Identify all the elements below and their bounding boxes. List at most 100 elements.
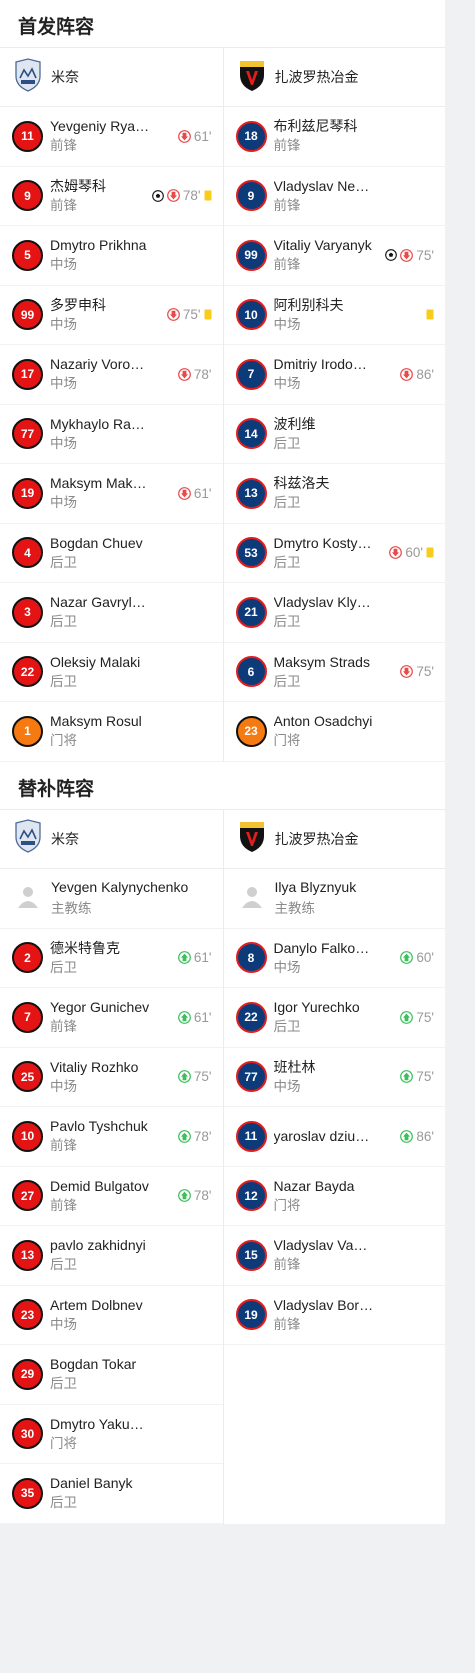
player-row[interactable]: 99 Vitaliy Varyanyk 前锋 75'	[223, 226, 445, 286]
player-row[interactable]: 13 科兹洛夫 后卫	[223, 464, 445, 524]
player-row[interactable]: 15 Vladyslav Vakula 前锋	[223, 1226, 445, 1286]
player-name: Dmytro Kostyshyn	[273, 534, 374, 551]
player-row[interactable]: 4 Bogdan Chuev 后卫	[0, 524, 223, 583]
player-name: yaroslav dziubenko	[273, 1127, 374, 1144]
player-number-badge: 29	[12, 1358, 43, 1390]
coach-role: 主教练	[274, 901, 316, 916]
away-team-header[interactable]: 扎波罗热冶金	[223, 48, 445, 107]
home-coach-row[interactable]: Yevgen Kalynychenko 主教练	[0, 869, 223, 929]
player-number-badge: 21	[235, 596, 267, 628]
player-events: 61'	[178, 988, 212, 1047]
player-row[interactable]: 11 Yevgeniy Ryazantsev 前锋 61'	[0, 107, 223, 167]
player-name: Vladyslav Klymenko	[273, 594, 374, 611]
player-row[interactable]: 13 pavlo zakhidnyi 后卫	[0, 1226, 223, 1286]
player-row[interactable]: 11 yaroslav dziubenko 86'	[223, 1107, 445, 1167]
player-position: 前锋	[50, 197, 77, 213]
event-minute: 86'	[416, 1128, 434, 1144]
player-row[interactable]: 17 Nazariy Vorobyov 中场 78'	[0, 345, 223, 405]
player-events: 78'	[178, 345, 212, 404]
player-row[interactable]: 23 Anton Osadchyi 门将	[223, 702, 445, 762]
player-row[interactable]: 1 Maksym Rosul 门将	[0, 702, 223, 762]
player-row[interactable]: 7 Dmitriy Irodovskiy 中场 86'	[223, 345, 445, 405]
player-row[interactable]: 5 Dmytro Prikhna 中场	[0, 226, 223, 286]
player-position: 门将	[50, 733, 77, 749]
event-minute: 61'	[193, 1009, 212, 1025]
player-row[interactable]: 9 杰姆琴科 前锋 78'	[0, 167, 223, 226]
player-row[interactable]: 25 Vitaliy Rozhko 中场 75'	[0, 1048, 223, 1107]
player-position: 前锋	[50, 1197, 77, 1213]
player-number-badge: 6	[235, 656, 267, 688]
player-row[interactable]: 22 Oleksiy Malaki 后卫	[0, 643, 223, 702]
player-row[interactable]: 21 Vladyslav Klymenko 后卫	[223, 583, 445, 643]
player-row[interactable]: 6 Maksym Strads 后卫 75'	[223, 643, 445, 702]
player-row[interactable]: 3 Nazar Gavrylyuk 后卫	[0, 583, 223, 643]
player-position: 前锋	[50, 138, 77, 154]
event-minute: 78'	[193, 1188, 212, 1204]
sub-in-icon	[400, 1129, 414, 1143]
player-position: 后卫	[50, 1257, 77, 1273]
player-row[interactable]: 77 班杜林 中场 75'	[223, 1048, 445, 1107]
player-row[interactable]: 53 Dmytro Kostyshyn 后卫 60'	[223, 524, 445, 583]
player-row[interactable]: 29 Bogdan Tokar 后卫	[0, 1345, 223, 1405]
sub-out-icon	[400, 665, 414, 679]
player-row[interactable]: 22 Igor Yurechko 后卫 75'	[223, 988, 445, 1048]
player-row[interactable]: 30 Dmytro Yakushenko 门将	[0, 1405, 223, 1464]
player-name: Yegor Gunichev	[50, 999, 150, 1016]
player-row[interactable]: 8 Danylo Falkovskyi 中场 60'	[223, 929, 445, 988]
player-row[interactable]: 2 德米特鲁克 后卫 61'	[0, 929, 223, 988]
player-name: Daniel Banyk	[50, 1475, 133, 1492]
yellow-card-icon	[426, 547, 434, 558]
player-row[interactable]: 10 阿利别科夫 中场	[223, 286, 445, 345]
sub-in-icon	[178, 1189, 191, 1203]
player-number-badge: 77	[235, 1061, 267, 1093]
player-row[interactable]: 77 Mykhaylo Ravlyuk 中场	[0, 405, 223, 464]
player-name: 科兹洛夫	[273, 475, 330, 492]
player-name: Anton Osadchyi	[273, 713, 373, 730]
player-position: 中场	[273, 959, 301, 975]
player-position: 后卫	[273, 1019, 301, 1035]
subs-away-team-header[interactable]: 扎波罗热冶金	[223, 810, 445, 869]
player-name: Nazariy Vorobyov	[50, 356, 150, 373]
player-position: 前锋	[50, 1138, 77, 1154]
player-number-badge: 30	[12, 1418, 43, 1450]
player-row[interactable]: 35 Daniel Banyk 后卫	[0, 1464, 223, 1524]
player-number-badge: 17	[12, 358, 43, 390]
player-row[interactable]: 19 Vladyslav Borodai 前锋	[223, 1286, 445, 1345]
player-row[interactable]: 27 Demid Bulgatov 前锋 78'	[0, 1167, 223, 1226]
player-row[interactable]: 23 Artem Dolbnev 中场	[0, 1286, 223, 1345]
player-name: Bogdan Tokar	[50, 1356, 137, 1373]
player-row[interactable]: 10 Pavlo Tyshchuk 前锋 78'	[0, 1107, 223, 1167]
player-row[interactable]: 14 波利维 后卫	[223, 405, 445, 464]
player-position: 前锋	[273, 1257, 301, 1273]
player-position: 后卫	[50, 959, 77, 975]
starting-away-column: 扎波罗热冶金 18 布利兹尼琴科 前锋 9 Vladyslav Nekhtiy 前锋 99 V…	[222, 48, 445, 762]
player-name: Yevgeniy Ryazantsev	[50, 118, 150, 135]
player-row[interactable]: 7 Yegor Gunichev 前锋 61'	[0, 988, 223, 1048]
home-team-header[interactable]: 米奈	[0, 48, 223, 107]
player-row[interactable]: 18 布利兹尼琴科 前锋	[223, 107, 445, 167]
event-minute: 78'	[182, 188, 201, 204]
player-number-badge: 18	[235, 120, 267, 152]
player-events: 75'	[178, 1048, 212, 1107]
sub-in-icon	[178, 1129, 191, 1143]
player-number-badge: 2	[12, 942, 43, 974]
sub-out-icon	[389, 546, 403, 560]
away-coach-row[interactable]: Ilya Blyznyuk 主教练	[223, 869, 445, 929]
coach-role: 主教练	[51, 901, 92, 916]
event-minute: 78'	[193, 366, 212, 382]
player-position: 门将	[273, 1197, 301, 1213]
player-position: 中场	[273, 316, 301, 332]
player-row[interactable]: 99 多罗申科 中场 75'	[0, 286, 223, 345]
player-row[interactable]: 9 Vladyslav Nekhtiy 前锋	[223, 167, 445, 226]
player-name: Demid Bulgatov	[50, 1177, 149, 1194]
player-name: Artem Dolbnev	[50, 1296, 143, 1313]
player-events	[426, 286, 434, 345]
player-row[interactable]: 19 Maksym Makarenko 中场 61'	[0, 464, 223, 524]
player-number-badge: 13	[12, 1239, 43, 1271]
player-row[interactable]: 12 Nazar Bayda 门将	[223, 1167, 445, 1226]
player-name: Dmitriy Irodovskiy	[273, 356, 374, 373]
player-number-badge: 13	[235, 477, 267, 509]
subs-home-team-header[interactable]: 米奈	[0, 810, 223, 869]
home-team-logo-icon	[14, 57, 42, 97]
goal-ball-icon	[152, 189, 164, 202]
